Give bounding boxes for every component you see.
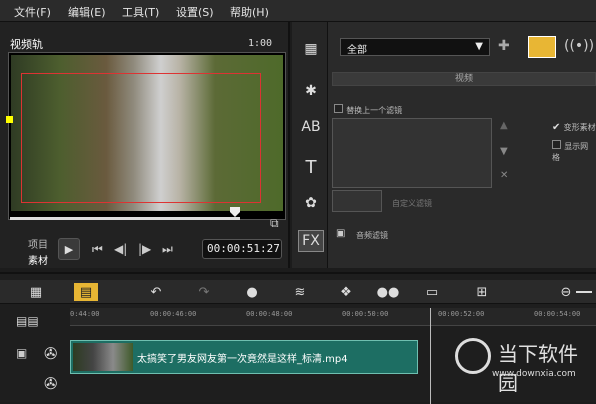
- transition-icon[interactable]: ✱: [298, 80, 324, 102]
- watermark-url: www.downxia.com: [492, 369, 576, 379]
- playhead[interactable]: [430, 308, 431, 404]
- scrub-bar[interactable]: [10, 217, 240, 220]
- audio-filter-label[interactable]: 音频滤镜: [356, 230, 388, 241]
- clip-thumbnail: [73, 343, 133, 371]
- menu-help[interactable]: 帮助(H): [230, 4, 269, 20]
- zoom-slider[interactable]: [576, 291, 592, 293]
- track-manager-icon[interactable]: ▤▤: [16, 314, 39, 328]
- replace-checkbox[interactable]: [334, 104, 343, 113]
- prev-frame-icon[interactable]: ◀|: [114, 242, 127, 256]
- video-filter-toggle[interactable]: [528, 36, 556, 58]
- text-icon[interactable]: T: [298, 156, 324, 178]
- end-icon[interactable]: ⏭: [162, 242, 173, 257]
- replace-option[interactable]: 替换上一个滤镜: [334, 104, 402, 116]
- title-safe-area: [21, 73, 261, 203]
- mode-clip[interactable]: 素材: [28, 252, 48, 267]
- filter-list[interactable]: [332, 118, 492, 188]
- menu-bar: 文件(F) 编辑(E) 工具(T) 设置(S) 帮助(H): [0, 0, 596, 22]
- audio-filter-icon: ▣: [336, 228, 346, 239]
- subtitle-icon[interactable]: ▭: [420, 283, 444, 301]
- overlay-timecode: 1:00: [248, 38, 273, 49]
- multi-view-icon[interactable]: ⊞: [470, 283, 494, 301]
- record-icon[interactable]: ●: [240, 283, 264, 301]
- start-icon[interactable]: ⏮: [92, 242, 103, 257]
- mix-icon[interactable]: ❖: [334, 283, 358, 301]
- track-label: 视频轨: [10, 38, 43, 51]
- replace-label: 替换上一个滤镜: [346, 106, 403, 115]
- custom-filter-label[interactable]: 自定义滤镜: [392, 198, 432, 209]
- menu-edit[interactable]: 编辑(E): [68, 4, 106, 20]
- category-select[interactable]: 全部 ▼: [340, 38, 490, 56]
- media-icon[interactable]: ▦: [298, 38, 324, 60]
- ruler-tick: 00:00:52:00: [438, 310, 485, 318]
- menu-settings[interactable]: 设置(S): [176, 4, 214, 20]
- add-icon[interactable]: ✚: [498, 38, 510, 54]
- audio-wave-icon[interactable]: ≋: [288, 283, 312, 301]
- video-clip[interactable]: 太搞笑了男友网友第一次竟然是这样_标清.mp4: [70, 340, 418, 374]
- video-track-icon: ▣: [16, 346, 28, 360]
- preview-panel: 视频轨 1:00 ⧉ 项目 素材 ▶ ⏮ ◀| |▶ ⏭ 00:00:51:27: [0, 22, 290, 268]
- audio-icon[interactable]: ((•)): [564, 38, 594, 54]
- motion-icon[interactable]: ●●: [376, 283, 400, 301]
- ruler-tick: 00:00:54:00: [534, 310, 581, 318]
- library-content: 全部 ▼ ✚ ((•)) 视频 替换上一个滤镜 ▲ ▼ ✕ 自定义滤镜 ▣ 音频…: [332, 22, 596, 268]
- ruler-tick: 00:00:50:00: [342, 310, 389, 318]
- clip-title: 太搞笑了男友网友第一次竟然是这样_标清.mp4: [137, 354, 348, 365]
- chevron-down-icon: ▼: [475, 41, 483, 52]
- timecode-field[interactable]: 00:00:51:27: [202, 239, 282, 259]
- storyboard-icon[interactable]: ▦: [24, 283, 48, 301]
- watermark-logo: [455, 338, 491, 374]
- mode-project[interactable]: 项目: [28, 236, 48, 251]
- ruler-tick: 00:00:46:00: [150, 310, 197, 318]
- move-down-icon[interactable]: ▼: [500, 146, 508, 157]
- checkmark-icon: ✔: [552, 122, 561, 133]
- timeline-view-icon[interactable]: ▤: [74, 283, 98, 301]
- fx-icon[interactable]: FX: [298, 230, 324, 252]
- redo-icon[interactable]: ↷: [192, 283, 216, 301]
- graphic-icon[interactable]: ✿: [298, 192, 324, 214]
- move-up-icon[interactable]: ▲: [500, 120, 508, 131]
- deform-label: 变形素材: [563, 123, 596, 132]
- title-ab-icon[interactable]: AB: [298, 116, 324, 138]
- undo-icon[interactable]: ↶: [144, 283, 168, 301]
- menu-file[interactable]: 文件(F): [14, 4, 51, 20]
- ruler-tick: 0:44:00: [70, 310, 100, 318]
- library-toolbar: ▦ ✱ AB T ✿ FX: [292, 22, 328, 268]
- grid-checkbox[interactable]: [552, 140, 561, 149]
- fullscreen-icon[interactable]: ⧉: [270, 216, 279, 231]
- timeline-toolbar: ▦ ▤ ↶ ↷ ● ≋ ❖ ●● ▭ ⊞ ⊖: [0, 280, 596, 304]
- ruler-tick: 00:00:48:00: [246, 310, 293, 318]
- film-reel-icon[interactable]: ✇: [44, 344, 57, 363]
- play-button[interactable]: ▶: [58, 238, 80, 260]
- filter-preset-select[interactable]: [332, 190, 382, 212]
- time-ruler[interactable]: 0:44:00 00:00:46:00 00:00:48:00 00:00:50…: [70, 308, 596, 326]
- deform-option[interactable]: ✔ 变形素材: [552, 122, 596, 133]
- remove-icon[interactable]: ✕: [500, 170, 508, 181]
- overlay-track-icon[interactable]: ✇: [44, 374, 57, 393]
- grid-option[interactable]: 显示网格: [552, 140, 596, 163]
- library-panel: ▦ ✱ AB T ✿ FX 全部 ▼ ✚ ((•)) 视频 替换上一个滤镜 ▲ …: [292, 22, 596, 268]
- zoom-out-icon[interactable]: ⊖: [554, 283, 578, 301]
- watermark-brand: 当下软件园: [498, 342, 578, 395]
- tab-video[interactable]: 视频: [332, 72, 596, 86]
- category-value: 全部: [347, 45, 367, 56]
- next-frame-icon[interactable]: |▶: [138, 242, 151, 256]
- menu-tools[interactable]: 工具(T): [122, 4, 159, 20]
- preview-window: [8, 52, 286, 220]
- marker-handle[interactable]: [6, 116, 13, 123]
